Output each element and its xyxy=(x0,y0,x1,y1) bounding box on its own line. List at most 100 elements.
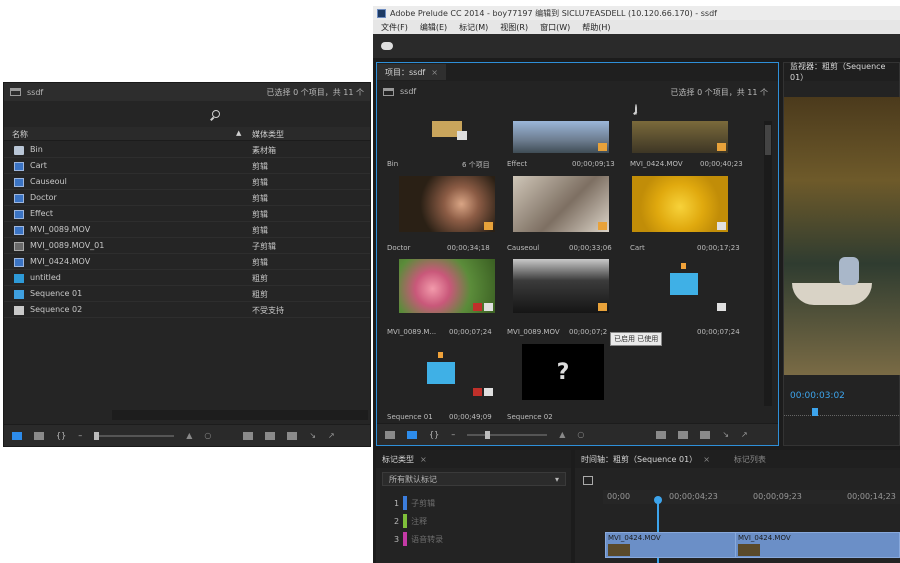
list-view-icon[interactable] xyxy=(12,431,22,440)
project-panel: 项目：ssdf × ssdf 已选择 0 个项目，共 11 个 Bin 6 个项目… xyxy=(376,62,779,446)
menu-help[interactable]: 帮助(H) xyxy=(582,22,610,33)
search-row xyxy=(4,107,370,121)
tab-monitor[interactable]: 监视器：粗剪（Sequence 01） xyxy=(790,61,899,83)
playhead-icon[interactable] xyxy=(654,496,662,504)
mountain-icon[interactable]: ▲ xyxy=(559,430,565,439)
clip-icon xyxy=(14,178,24,187)
delete-icon[interactable] xyxy=(700,430,711,439)
expand-icon[interactable]: ↗ xyxy=(741,430,748,439)
shrink-icon[interactable]: ↘ xyxy=(309,431,316,440)
close-icon[interactable]: × xyxy=(420,455,427,464)
sequence-01-thumbnail[interactable] xyxy=(399,344,495,398)
tab-marker-list[interactable]: 标记列表 xyxy=(734,454,766,465)
effect-thumbnail[interactable] xyxy=(513,121,609,153)
sort-up-icon[interactable]: ▲ xyxy=(236,129,241,137)
vertical-scrollbar[interactable] xyxy=(764,121,772,406)
clip-icon xyxy=(14,258,24,267)
unsupported-icon: ? xyxy=(556,359,570,385)
mountain-icon[interactable]: ▲ xyxy=(186,431,192,440)
tab-timeline[interactable]: 时间轴：粗剪（Sequence 01） xyxy=(581,454,697,465)
project-toolbar: {} – ▲ ○ ↘ ↗ xyxy=(377,423,778,445)
zoom-slider-knob[interactable] xyxy=(94,431,100,440)
monitor-timecode[interactable]: 00:00:03:02 xyxy=(790,391,845,401)
zoom-out-icon[interactable]: – xyxy=(451,430,455,439)
new-bin-icon[interactable] xyxy=(678,430,689,439)
monitor-tab-bar: 监视器：粗剪（Sequence 01） xyxy=(784,61,899,83)
column-media-type[interactable]: 媒体类型 xyxy=(252,129,284,140)
badge-icon xyxy=(598,222,607,230)
tag-item[interactable]: 2 注释 xyxy=(394,512,443,530)
badge-icon xyxy=(484,222,493,230)
causeoul-thumbnail[interactable] xyxy=(513,176,609,232)
horizontal-scrollbar[interactable] xyxy=(112,410,368,420)
monitor-scrubber[interactable] xyxy=(784,408,900,416)
clip-icon xyxy=(14,194,24,203)
code-icon[interactable]: {} xyxy=(429,430,439,439)
list-item[interactable]: Effect 剪辑 xyxy=(4,206,370,222)
column-name[interactable]: 名称 xyxy=(12,129,28,140)
tag-item[interactable]: 1 子剪辑 xyxy=(394,494,443,512)
doctor-thumbnail[interactable] xyxy=(399,176,495,232)
expand-icon[interactable]: ↗ xyxy=(328,431,335,440)
bin-icon xyxy=(383,87,394,96)
tag-color-swatch xyxy=(403,514,408,528)
zoom-slider[interactable] xyxy=(94,431,175,440)
mvi-0089-thumbnail[interactable] xyxy=(513,259,609,313)
zoom-out-icon[interactable]: – xyxy=(78,431,82,440)
scroll-thumb[interactable] xyxy=(765,125,771,155)
delete-icon[interactable] xyxy=(287,431,298,440)
tab-project[interactable]: 项目：ssdf × xyxy=(377,64,446,80)
mvi-0089-subclip-thumbnail[interactable] xyxy=(399,259,495,313)
zoom-slider[interactable] xyxy=(467,430,548,439)
document-icon xyxy=(14,306,24,315)
time-ruler[interactable]: 00;00 00;00;04;23 00;00;09;23 00;00;14;2… xyxy=(603,490,900,504)
shrink-icon[interactable]: ↘ xyxy=(722,430,729,439)
badge-icon xyxy=(484,388,493,396)
list-item[interactable]: Cart 剪辑 xyxy=(4,158,370,174)
clip-tool-icon[interactable] xyxy=(243,431,254,440)
list-item[interactable]: Sequence 01 粗剪 xyxy=(4,286,370,302)
tab-tag-type[interactable]: 标记类型 xyxy=(382,454,414,465)
refresh-icon[interactable]: ○ xyxy=(577,430,584,439)
tag-item[interactable]: 3 语音转录 xyxy=(394,530,443,548)
mvi-0424-thumbnail[interactable] xyxy=(632,121,728,153)
settings-icon[interactable] xyxy=(583,476,593,485)
menu-view[interactable]: 视图(R) xyxy=(500,22,528,33)
close-icon[interactable]: × xyxy=(703,455,710,464)
badge-icon xyxy=(598,143,607,151)
list-item[interactable]: untitled 粗剪 xyxy=(4,270,370,286)
column-header: 名称 ▲ 媒体类型 xyxy=(4,127,370,141)
clip-tool-icon[interactable] xyxy=(656,430,667,439)
badge-icon xyxy=(473,303,482,311)
search-icon[interactable] xyxy=(635,104,637,115)
code-icon[interactable]: {} xyxy=(56,431,66,440)
search-icon[interactable] xyxy=(212,110,220,118)
list-item[interactable]: Bin 素材箱 xyxy=(4,142,370,158)
timeline-clip[interactable]: MVI_0424.MOV xyxy=(605,532,737,558)
list-item[interactable]: Sequence 02 不受支持 xyxy=(4,302,370,318)
list-view-icon[interactable] xyxy=(385,430,395,439)
list-item[interactable]: Causeoul 剪辑 xyxy=(4,174,370,190)
sequence-02-thumbnail[interactable]: ? xyxy=(522,344,604,400)
timeline-clip[interactable]: MVI_0424.MOV xyxy=(735,532,900,558)
untitled-rough-cut-thumbnail[interactable] xyxy=(632,259,728,313)
list-item[interactable]: Doctor 剪辑 xyxy=(4,190,370,206)
refresh-icon[interactable]: ○ xyxy=(204,431,211,440)
new-bin-icon[interactable] xyxy=(265,431,276,440)
cart-thumbnail[interactable] xyxy=(632,176,728,232)
icon-view-icon[interactable] xyxy=(407,430,417,439)
tag-filter-select[interactable]: 所有默认标记 ▾ xyxy=(382,472,566,486)
icon-view-icon[interactable] xyxy=(34,431,44,440)
list-item[interactable]: MVI_0089.MOV_01 子剪辑 xyxy=(4,238,370,254)
list-item[interactable]: MVI_0424.MOV 剪辑 xyxy=(4,254,370,270)
bin-thumbnail[interactable] xyxy=(387,121,497,155)
playhead-icon[interactable] xyxy=(812,408,818,416)
list-item[interactable]: MVI_0089.MOV 剪辑 xyxy=(4,222,370,238)
menu-edit[interactable]: 编辑(E) xyxy=(420,22,447,33)
menu-marker[interactable]: 标记(M) xyxy=(459,22,488,33)
zoom-slider-knob[interactable] xyxy=(485,430,491,439)
cloud-icon[interactable] xyxy=(381,42,393,50)
tag-list: 1 子剪辑 2 注释 3 语音转录 xyxy=(394,494,443,548)
menu-window[interactable]: 窗口(W) xyxy=(540,22,570,33)
menu-file[interactable]: 文件(F) xyxy=(381,22,408,33)
